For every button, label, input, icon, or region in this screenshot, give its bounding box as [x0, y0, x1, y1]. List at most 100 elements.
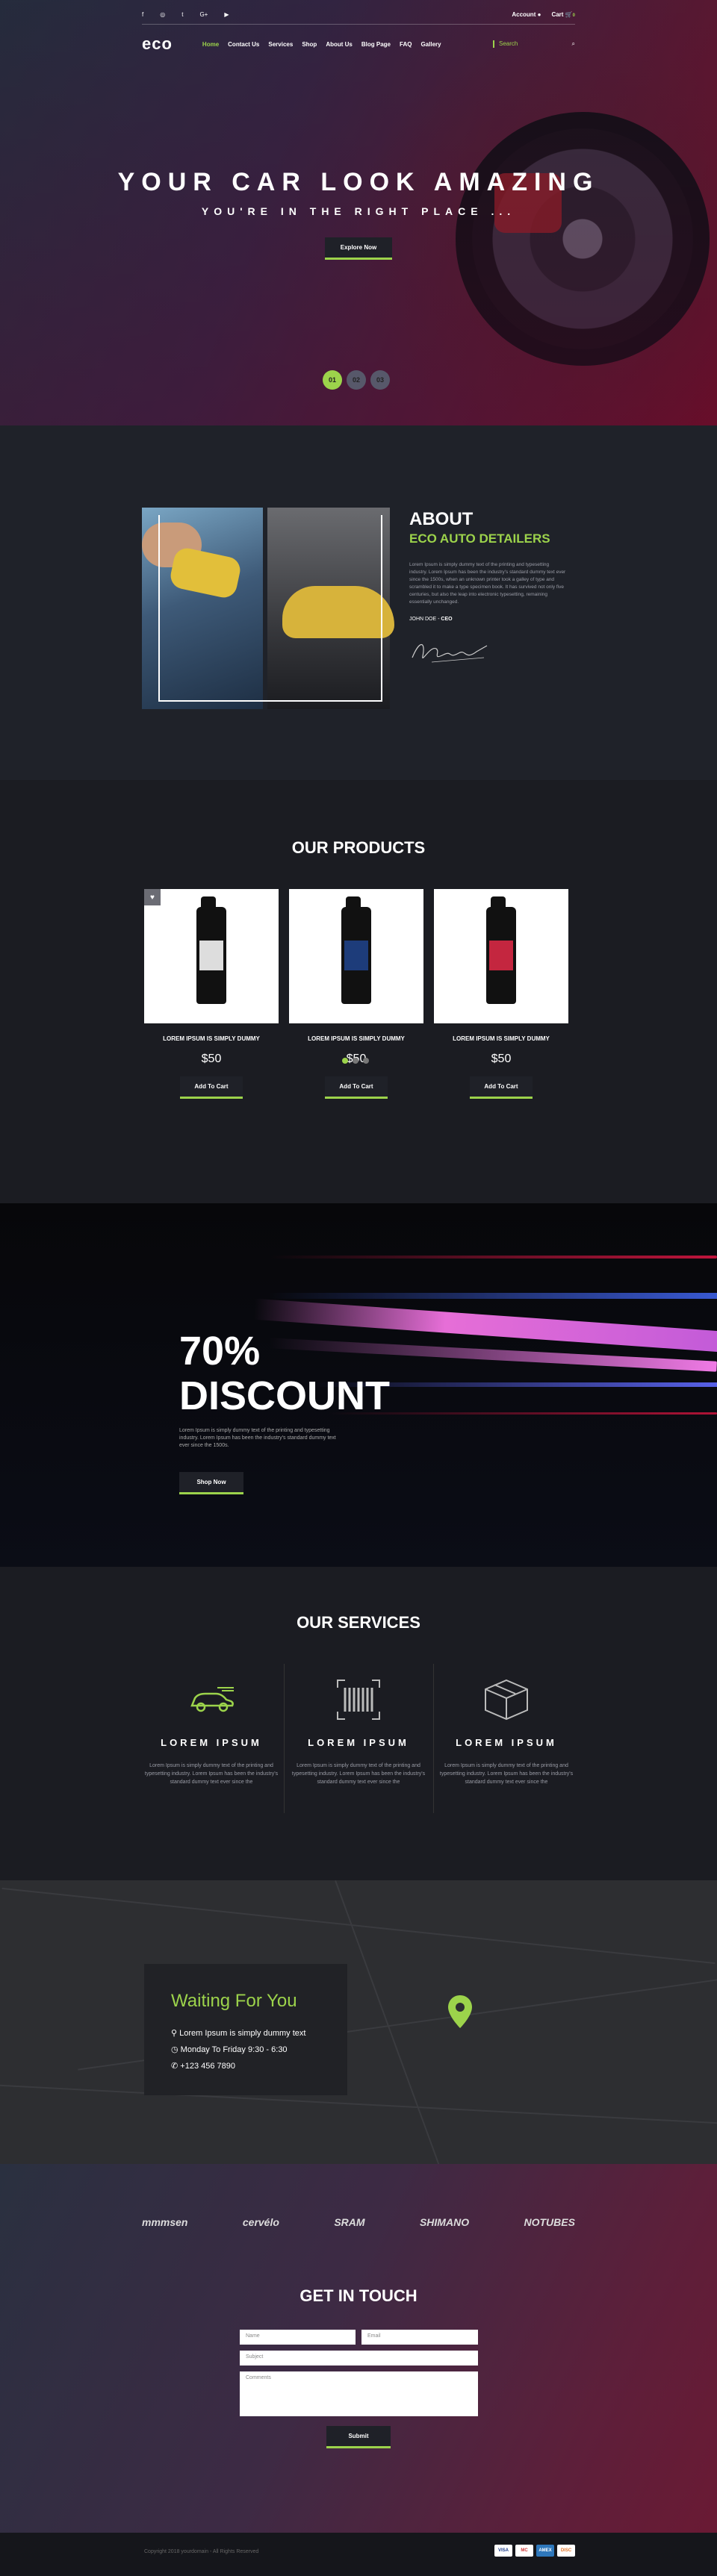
map-marker-icon[interactable] [447, 1994, 474, 2030]
product-card[interactable]: LOREM IPSUM IS SIMPLY DUMMY $50 Add To C… [434, 889, 568, 1099]
subject-field[interactable]: Subject [240, 2351, 478, 2366]
product-price: $50 [201, 1052, 222, 1065]
search-input[interactable]: Search ⌕ [493, 40, 575, 48]
phone-text: +123 456 7890 [180, 2062, 235, 2071]
phone-icon: ✆ [171, 2062, 179, 2071]
product-name[interactable]: LOREM IPSUM IS SIMPLY DUMMY [144, 1035, 279, 1042]
add-to-cart-button[interactable]: Add To Cart [470, 1076, 533, 1099]
service-text: Lorem Ipsum is simply dummy text of the … [439, 1763, 574, 1785]
cart-count: 0 [572, 13, 575, 18]
comments-field[interactable]: Comments [240, 2371, 478, 2416]
service-title: LOREM IPSUM [308, 1737, 409, 1748]
slide-dot-3[interactable]: 03 [370, 370, 390, 390]
address-text: Lorem Ipsum is simply dummy text [179, 2029, 306, 2038]
twitter-icon[interactable]: t [181, 11, 183, 18]
services-title: OUR SERVICES [297, 1613, 420, 1632]
discount-section: 70% DISCOUNT Lorem Ipsum is simply dummy… [0, 1203, 717, 1567]
account-label: Account [512, 10, 536, 18]
hero-section: f ◎ t G+ ▶ Account ● Cart 🛒0 eco Home Co… [0, 0, 717, 425]
mastercard-icon: MC [515, 2545, 533, 2557]
heart-icon[interactable]: ♥ [144, 889, 161, 905]
clock-icon: ◷ [171, 2045, 179, 2054]
spray-bottle-image [196, 896, 226, 1004]
location-card: Waiting For You ⚲ Lorem Ipsum is simply … [144, 1964, 347, 2095]
products-title: OUR PRODUCTS [291, 838, 426, 857]
product-list: ♥ LOREM IPSUM IS SIMPLY DUMMY $50 Add To… [144, 889, 568, 1099]
brand-logo[interactable]: NOTUBES [524, 2216, 575, 2228]
shop-now-button[interactable]: Shop Now [179, 1472, 243, 1494]
submit-button[interactable]: Submit [326, 2426, 391, 2448]
brand-logo[interactable]: SHIMANO [420, 2216, 469, 2228]
nav-item-about[interactable]: About Us [326, 41, 353, 48]
add-to-cart-button[interactable]: Add To Cart [180, 1076, 243, 1099]
email-field[interactable]: Email [361, 2330, 478, 2345]
about-subtitle: ECO AUTO DETAILERS [409, 531, 550, 546]
nav-item-contact[interactable]: Contact Us [228, 41, 259, 48]
hours-text: Monday To Friday 9:30 - 6:30 [180, 2045, 288, 2054]
map-section[interactable]: Waiting For You ⚲ Lorem Ipsum is simply … [0, 1880, 717, 2164]
site-logo[interactable]: eco [142, 34, 173, 54]
contact-title: GET IN TOUCH [299, 2286, 418, 2305]
product-dot-1[interactable] [342, 1058, 348, 1064]
product-dot-2[interactable] [353, 1058, 358, 1064]
discount-word: DISCOUNT [179, 1373, 390, 1418]
address-line: ⚲ Lorem Ipsum is simply dummy text [171, 2028, 305, 2038]
product-slider-dots [342, 1058, 369, 1064]
product-image[interactable] [434, 889, 568, 1023]
signature-image [412, 643, 488, 663]
service-text: Lorem Ipsum is simply dummy text of the … [144, 1763, 279, 1785]
product-dot-3[interactable] [363, 1058, 369, 1064]
service-item: LOREM IPSUM Lorem Ipsum is simply dummy … [284, 1676, 433, 1786]
nav-menu: Home Contact Us Services Shop About Us B… [202, 41, 441, 48]
product-image[interactable]: ♥ [144, 889, 279, 1023]
slide-dot-2[interactable]: 02 [347, 370, 366, 390]
product-price: $50 [491, 1052, 512, 1065]
nav-item-services[interactable]: Services [268, 41, 293, 48]
visa-icon: VISA [494, 2545, 512, 2557]
top-bar: f ◎ t G+ ▶ Account ● Cart 🛒0 [142, 7, 575, 21]
product-name[interactable]: LOREM IPSUM IS SIMPLY DUMMY [434, 1035, 568, 1042]
product-name[interactable]: LOREM IPSUM IS SIMPLY DUMMY [289, 1035, 423, 1042]
car-wheel-image [456, 112, 710, 366]
explore-button[interactable]: Explore Now [325, 237, 392, 260]
search-icon[interactable]: ⌕ [572, 40, 575, 48]
car-shape [282, 586, 394, 638]
about-title: ABOUT [409, 509, 474, 529]
social-links: f ◎ t G+ ▶ [142, 11, 229, 18]
slide-dot-1[interactable]: 01 [323, 370, 342, 390]
cart-link[interactable]: Cart 🛒0 [551, 11, 575, 18]
google-plus-icon[interactable]: G+ [199, 11, 208, 18]
brand-logos: mmmsen cervélo SRAM SHIMANO NOTUBES [142, 2216, 575, 2228]
brand-logo[interactable]: mmmsen [142, 2216, 187, 2228]
add-to-cart-button[interactable]: Add To Cart [325, 1076, 388, 1099]
nav-item-faq[interactable]: FAQ [400, 41, 412, 48]
name-field[interactable]: Name [240, 2330, 356, 2345]
light-streak [269, 1293, 717, 1299]
nav-item-shop[interactable]: Shop [302, 41, 317, 48]
box-icon [482, 1676, 530, 1724]
pin-icon: ⚲ [171, 2029, 178, 2038]
brand-logo[interactable]: SRAM [334, 2216, 364, 2228]
instagram-icon[interactable]: ◎ [160, 11, 165, 18]
product-card[interactable]: LOREM IPSUM IS SIMPLY DUMMY $50 Add To C… [289, 889, 423, 1099]
facebook-icon[interactable]: f [142, 11, 143, 18]
nav-item-gallery[interactable]: Gallery [420, 41, 441, 48]
account-link[interactable]: Account ● [512, 11, 541, 18]
cart-icon: 🛒 [565, 10, 573, 18]
author-line: JOHN DOE - CEO [409, 617, 566, 622]
car-icon [187, 1676, 235, 1724]
youtube-icon[interactable]: ▶ [224, 11, 229, 18]
map-road [1, 1887, 716, 1965]
nav-item-blog[interactable]: Blog Page [361, 41, 391, 48]
cart-label: Cart [551, 10, 564, 18]
product-card[interactable]: ♥ LOREM IPSUM IS SIMPLY DUMMY $50 Add To… [144, 889, 279, 1099]
discover-icon: DISC [557, 2545, 575, 2557]
product-image[interactable] [289, 889, 423, 1023]
about-paragraph: Lorem Ipsum is simply dummy text of the … [409, 562, 566, 605]
products-section: OUR PRODUCTS ♥ LOREM IPSUM IS SIMPLY DUM… [0, 780, 717, 1203]
light-streak [269, 1256, 717, 1259]
amex-icon: AMEX [536, 2545, 554, 2557]
search-placeholder: Search [499, 40, 518, 47]
nav-item-home[interactable]: Home [202, 41, 219, 48]
brand-logo[interactable]: cervélo [243, 2216, 279, 2228]
